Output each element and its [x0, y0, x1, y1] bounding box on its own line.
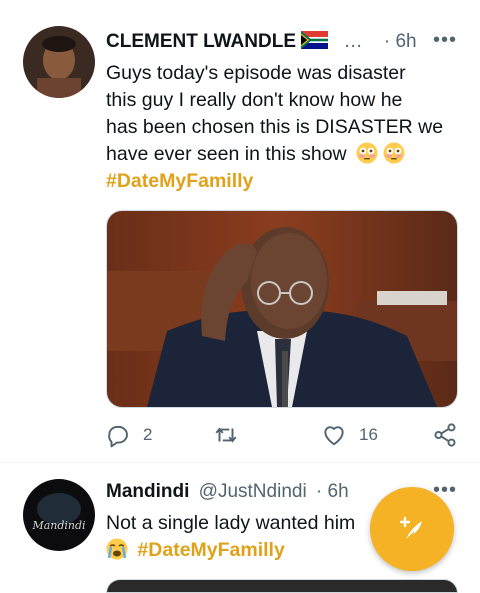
hashtag-link[interactable]: #DateMyFamilly: [137, 539, 284, 561]
avatar[interactable]: Mandindi: [23, 479, 95, 551]
tweet-header: Mandindi @JustNdindi · 6h: [106, 480, 349, 504]
crying-face-emoji: [106, 538, 128, 560]
retweet-icon: [215, 427, 237, 443]
avatar-photo: [23, 26, 95, 98]
avatar-photo: Mandindi: [23, 479, 95, 551]
tweet-1[interactable]: CLEMENT LWANDLE … · 6h ••• Guys today's …: [0, 0, 480, 462]
tweet-time[interactable]: · 6h: [384, 31, 417, 52]
reply-button[interactable]: 2: [105, 422, 152, 448]
retweet-button[interactable]: [213, 422, 239, 448]
tweet-time[interactable]: · 6h: [316, 481, 349, 502]
share-button[interactable]: [432, 422, 458, 448]
handle-truncated[interactable]: …: [344, 31, 363, 52]
display-name[interactable]: CLEMENT LWANDLE: [106, 31, 296, 52]
tweet-header: CLEMENT LWANDLE … · 6h: [106, 30, 417, 54]
more-options-icon[interactable]: •••: [433, 29, 457, 52]
hashtag-link[interactable]: #DateMyFamilly: [106, 168, 466, 195]
share-icon: [434, 423, 456, 447]
tweet-media-image[interactable]: [106, 210, 458, 408]
compose-feather-icon: [399, 516, 422, 541]
reply-count: 2: [143, 425, 153, 444]
flushed-face-emoji: [356, 142, 378, 164]
tweet-text-line: this guy I really don't know how he: [106, 89, 403, 111]
like-count: 16: [359, 425, 378, 444]
south-africa-flag-icon: [301, 31, 329, 49]
tweet-text-line: has been chosen this is DISASTER we: [106, 116, 444, 138]
heart-icon: [324, 426, 344, 446]
tweet-text-line: have ever seen in this show: [106, 143, 347, 165]
media-photo: [107, 211, 457, 407]
reply-icon: [108, 425, 128, 448]
like-button[interactable]: 16: [321, 422, 378, 448]
tweet-actions: 2 16: [105, 422, 465, 452]
handle[interactable]: @JustNdindi: [199, 481, 307, 502]
tweet-media-image[interactable]: [106, 579, 458, 593]
flushed-face-emoji: [383, 142, 405, 164]
tweet-text: Guys today's episode was disaster this g…: [106, 60, 466, 195]
display-name[interactable]: Mandindi: [106, 481, 189, 502]
tweet-text-line: Guys today's episode was disaster: [106, 62, 406, 84]
svg-text:Mandindi: Mandindi: [31, 519, 85, 532]
compose-tweet-button[interactable]: [370, 487, 454, 571]
avatar[interactable]: [23, 26, 95, 98]
